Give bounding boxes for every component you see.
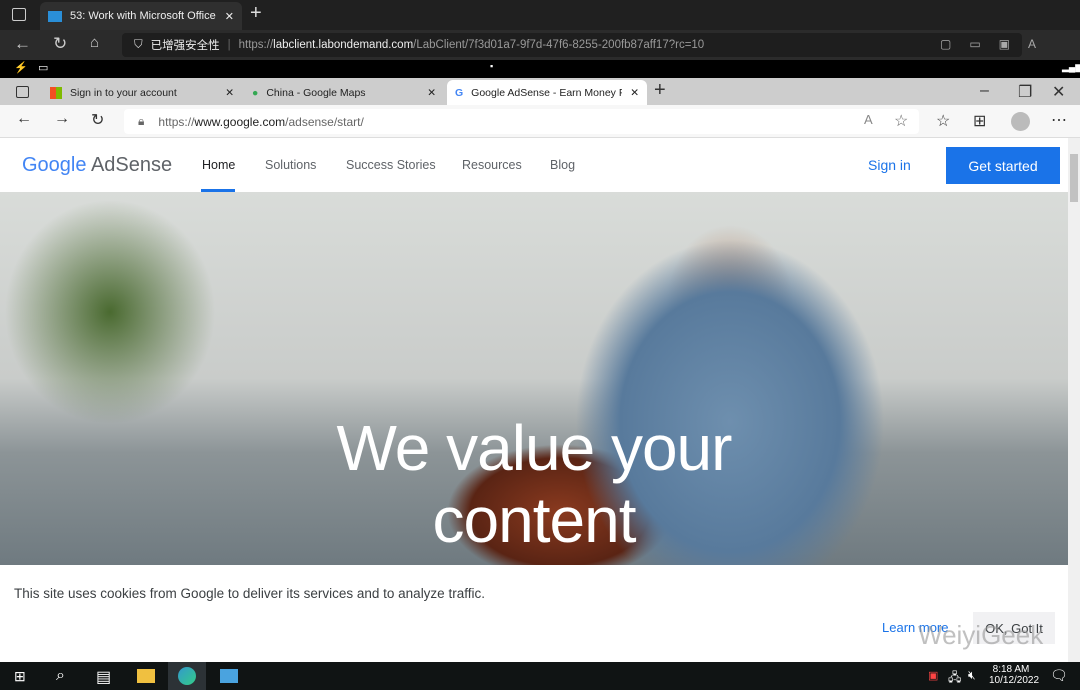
tab-sign-in[interactable]: Sign in to your account ✕ bbox=[42, 80, 242, 105]
monitor-icon[interactable]: ▭ bbox=[38, 61, 48, 74]
file-explorer-icon[interactable] bbox=[137, 669, 155, 683]
back-icon[interactable]: ← bbox=[14, 34, 31, 54]
security-label: 已增强安全性 bbox=[150, 40, 220, 52]
new-tab-icon[interactable]: + bbox=[654, 79, 666, 102]
notifications-icon[interactable]: 🗨︎ bbox=[1050, 667, 1068, 684]
microsoft-icon bbox=[50, 86, 62, 99]
remote-app-icon[interactable] bbox=[220, 669, 238, 683]
adsense-page: Google AdSense Home Solutions Success St… bbox=[0, 138, 1068, 662]
back-icon[interactable]: ← bbox=[16, 110, 32, 128]
nav-resources[interactable]: Resources bbox=[462, 158, 522, 172]
favorites-icon[interactable]: ☆ bbox=[936, 111, 950, 131]
cookie-text: This site uses cookies from Google to de… bbox=[14, 586, 485, 601]
remote-desktop-icon bbox=[48, 10, 62, 22]
tab-label: Sign in to your account bbox=[70, 86, 177, 99]
scrollbar[interactable] bbox=[1068, 138, 1080, 662]
profile-avatar[interactable] bbox=[1011, 112, 1030, 131]
restore-icon[interactable]: ❐ bbox=[1018, 82, 1032, 102]
watermark: WeiyiGeek bbox=[918, 620, 1044, 650]
outer-address-bar[interactable]: ⛉ 已增强安全性 | https://labclient.labondemand… bbox=[122, 33, 1022, 57]
signal-icon: ▂▄▆ bbox=[1062, 62, 1080, 72]
read-aloud-icon[interactable]: A bbox=[864, 112, 873, 127]
close-icon[interactable]: ✕ bbox=[225, 87, 234, 99]
address-bar[interactable]: 🔒︎ https://www.google.com/adsense/start/ bbox=[124, 109, 919, 134]
inner-tab-bar: Sign in to your account ✕ ● China - Googl… bbox=[0, 78, 1080, 105]
tab-google-maps[interactable]: ● China - Google Maps ✕ bbox=[244, 80, 444, 105]
inner-toolbar: ← → ↻ 🔒︎ https://www.google.com/adsense/… bbox=[0, 105, 1080, 138]
pin-icon[interactable]: ▪ bbox=[490, 61, 493, 71]
outer-toolbar: ← ↻ ⌂ ⛉ 已增强安全性 | https://labclient.labon… bbox=[0, 30, 1080, 60]
nav-solutions[interactable]: Solutions bbox=[265, 158, 316, 172]
home-icon[interactable]: ⌂ bbox=[90, 34, 99, 51]
nav-blog[interactable]: Blog bbox=[550, 158, 575, 172]
close-icon[interactable]: ✕ bbox=[427, 87, 436, 99]
hero-image: We value your content bbox=[0, 192, 1068, 565]
google-g-icon: G bbox=[455, 86, 464, 99]
minimize-icon[interactable]: – bbox=[980, 82, 989, 100]
shield-icon: ⛉ bbox=[134, 38, 143, 51]
more-icon[interactable]: ⋯ bbox=[1051, 110, 1067, 130]
close-icon[interactable]: ✕ bbox=[225, 10, 234, 23]
task-view-icon[interactable]: ▤ bbox=[96, 667, 111, 687]
refresh-icon[interactable]: ↻ bbox=[91, 110, 104, 130]
edge-taskbar-button[interactable] bbox=[168, 662, 206, 690]
forward-icon[interactable]: → bbox=[54, 110, 70, 128]
network-icon[interactable]: 🖧︎ bbox=[948, 668, 961, 689]
tab-label: Google AdSense - Earn Money F bbox=[471, 86, 623, 99]
tab-actions-icon[interactable] bbox=[16, 86, 29, 98]
nav-home[interactable]: Home bbox=[202, 158, 235, 172]
search-icon[interactable]: ⌕ bbox=[56, 667, 65, 685]
scrollbar-thumb[interactable] bbox=[1070, 154, 1078, 202]
toolbar-icons[interactable]: ▢▭▣A bbox=[940, 37, 1054, 51]
maps-pin-icon: ● bbox=[252, 86, 259, 99]
tab-actions-icon[interactable] bbox=[12, 8, 26, 21]
edge-icon bbox=[178, 667, 196, 685]
new-tab-icon[interactable]: + bbox=[250, 2, 262, 25]
get-started-button[interactable]: Get started bbox=[946, 147, 1060, 184]
lock-icon: 🔒︎ bbox=[138, 114, 145, 128]
windows-start-icon[interactable]: ⊞ bbox=[14, 668, 26, 685]
close-window-icon[interactable]: ✕ bbox=[1052, 82, 1065, 102]
outer-tab[interactable]: 53: Work with Microsoft Office in ✕ bbox=[40, 2, 242, 30]
cookie-banner: This site uses cookies from Google to de… bbox=[0, 565, 1068, 662]
url: https://www.google.com/adsense/start/ bbox=[158, 114, 364, 129]
volume-muted-icon[interactable]: 🔇︎ bbox=[968, 668, 976, 683]
add-favorite-icon[interactable]: ☆ bbox=[894, 111, 908, 131]
collections-icon[interactable]: ⊞ bbox=[973, 111, 986, 131]
hero-title: We value your content bbox=[336, 412, 733, 556]
close-icon[interactable]: ✕ bbox=[630, 87, 639, 99]
lightning-icon[interactable]: ⚡ bbox=[14, 61, 28, 74]
adsense-logo[interactable]: Google AdSense bbox=[22, 154, 172, 177]
url: https://labclient.labondemand.com/LabCli… bbox=[238, 39, 705, 51]
clock[interactable]: 8:18 AM 10/12/2022 bbox=[989, 664, 1039, 686]
tab-adsense[interactable]: G Google AdSense - Earn Money F ✕ bbox=[447, 80, 647, 105]
outer-tab-title: 53: Work with Microsoft Office in bbox=[70, 10, 217, 22]
remote-session-strip: ⚡ ▭ ▪ ▂▄▆ bbox=[0, 60, 1080, 78]
taskbar: ⊞ ⌕ ▤ ▣ 🖧︎ 🔇︎ 8:18 AM 10/12/2022 🗨︎ bbox=[0, 662, 1080, 690]
nav-success-stories[interactable]: Success Stories bbox=[346, 158, 436, 172]
security-tray-icon[interactable]: ▣ bbox=[928, 669, 938, 682]
outer-tab-bar: 53: Work with Microsoft Office in ✕ + bbox=[0, 0, 1080, 30]
sign-in-link[interactable]: Sign in bbox=[868, 157, 911, 173]
site-header: Google AdSense Home Solutions Success St… bbox=[0, 138, 1068, 192]
tab-label: China - Google Maps bbox=[266, 86, 366, 99]
refresh-icon[interactable]: ↻ bbox=[53, 34, 67, 54]
